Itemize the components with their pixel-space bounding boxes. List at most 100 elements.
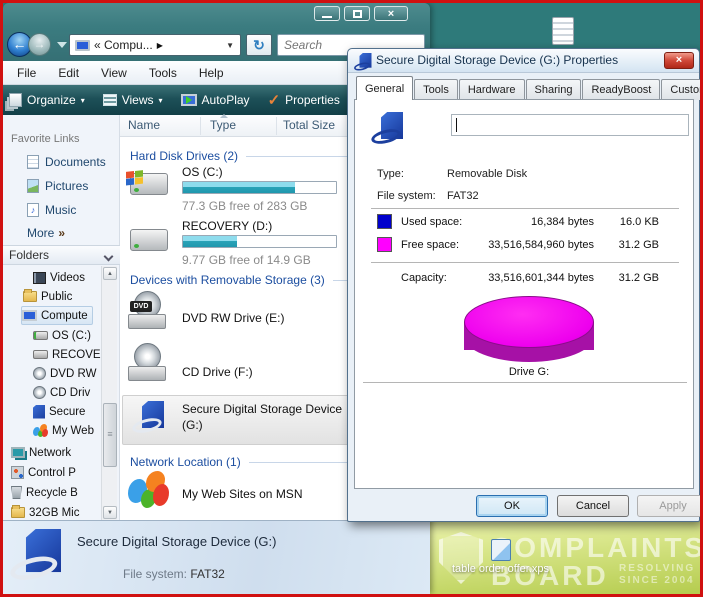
properties-label: Properties — [285, 93, 340, 107]
tree-scrollbar[interactable]: ▲ ≡ ▼ — [101, 266, 117, 520]
msn-butterfly-icon[interactable] — [128, 471, 172, 511]
used-space-label: Used space: — [401, 216, 462, 228]
scroll-down-icon[interactable]: ▼ — [103, 506, 117, 519]
tree-item-dvd-rw[interactable]: DVD RW — [33, 364, 96, 383]
tab-sharing[interactable]: Sharing — [526, 79, 582, 100]
drive-name[interactable]: RECOVERY (D:) — [182, 219, 272, 233]
desktop-document-icon[interactable] — [552, 17, 574, 45]
device-name[interactable]: DVD RW Drive (E:) — [182, 311, 284, 325]
cancel-button[interactable]: Cancel — [557, 495, 629, 517]
tab-tools[interactable]: Tools — [414, 79, 458, 100]
tree-item-recycle-bin[interactable]: Recycle B — [11, 483, 78, 502]
device-name[interactable]: CD Drive (F:) — [182, 365, 253, 379]
autoplay-button[interactable]: AutoPlay — [181, 93, 250, 107]
hard-drive-icon — [33, 331, 48, 340]
type-value: Removable Disk — [447, 168, 527, 180]
tab-customize[interactable]: Customize — [661, 79, 703, 100]
double-chevron-icon: » — [58, 226, 65, 240]
breadcrumb-arrow-icon[interactable]: ▶ — [157, 41, 163, 50]
minimize-button[interactable] — [314, 6, 340, 21]
recovery-drive-icon[interactable] — [130, 229, 168, 251]
sidebar-item-documents[interactable]: Documents — [27, 155, 106, 169]
apply-button[interactable]: Apply — [637, 495, 703, 517]
maximize-icon — [353, 10, 362, 18]
menu-view[interactable]: View — [101, 66, 127, 80]
close-button[interactable]: × — [374, 6, 408, 21]
folders-band[interactable]: Folders — [3, 245, 120, 265]
volume-label-input[interactable] — [451, 114, 689, 136]
cd-drive-icon[interactable] — [128, 343, 168, 383]
file-system-label: File system: — [377, 190, 436, 202]
refresh-button[interactable]: ↻ — [246, 34, 272, 56]
properties-button[interactable]: ✓ Properties — [268, 91, 340, 109]
dialog-title-bar[interactable]: Secure Digital Storage Device (G:) Prope… — [348, 49, 699, 73]
menu-file[interactable]: File — [17, 66, 36, 80]
used-space-swatch — [377, 214, 392, 229]
address-dropdown-icon[interactable]: ▼ — [226, 41, 234, 50]
pictures-label: Pictures — [45, 179, 88, 193]
column-name[interactable]: Name — [128, 118, 160, 132]
scrollbar-thumb[interactable]: ≡ — [103, 403, 117, 467]
dialog-close-button[interactable]: × — [664, 52, 694, 69]
desktop-xps-file[interactable]: table order offer.xps — [443, 539, 558, 575]
views-label: Views — [122, 93, 154, 107]
forward-button[interactable]: → — [28, 33, 51, 56]
maximize-button[interactable] — [344, 6, 370, 21]
menu-tools[interactable]: Tools — [149, 66, 177, 80]
dialog-title: Secure Digital Storage Device (G:) Prope… — [376, 53, 618, 67]
used-space-bytes: 16,384 bytes — [455, 216, 594, 228]
menu-edit[interactable]: Edit — [58, 66, 79, 80]
tree-item-videos[interactable]: Videos — [33, 268, 85, 287]
autoplay-label: AutoPlay — [202, 93, 250, 107]
tab-hardware[interactable]: Hardware — [459, 79, 525, 100]
tab-general[interactable]: General — [356, 76, 413, 100]
chevron-down-icon — [104, 252, 114, 262]
tree-item-control-panel[interactable]: Control P — [11, 463, 76, 482]
divider — [363, 382, 687, 383]
tree-item-network[interactable]: Network — [11, 443, 71, 462]
free-space-bytes: 33,516,584,960 bytes — [455, 239, 594, 251]
watermark-subtext: SINCE 2004 — [619, 576, 695, 586]
pictures-icon — [27, 179, 39, 193]
tree-item-recovery[interactable]: RECOVE — [33, 345, 101, 364]
organize-button[interactable]: Organize ▾ — [9, 93, 85, 107]
sidebar-item-music[interactable]: ♪ Music — [27, 203, 76, 217]
checkmark-icon: ✓ — [268, 91, 281, 109]
recent-pages-chevron-icon[interactable] — [57, 42, 67, 48]
music-icon: ♪ — [27, 203, 39, 217]
tree-item-public[interactable]: Public — [23, 287, 72, 306]
device-name-line2[interactable]: (G:) — [182, 418, 203, 432]
device-name-line1[interactable]: Secure Digital Storage Device — [182, 402, 342, 416]
capacity-label: Capacity: — [401, 272, 447, 284]
dvd-drive-icon — [33, 367, 46, 380]
sidebar-more-link[interactable]: More» — [27, 226, 65, 240]
free-space-pie-chart — [464, 296, 594, 364]
tree-item-secure-digital[interactable]: Secure — [33, 402, 85, 421]
used-space-size: 16.0 KB — [599, 216, 659, 228]
menu-help[interactable]: Help — [199, 66, 224, 80]
pie-chart-label: Drive G: — [464, 366, 594, 378]
views-button[interactable]: Views ▾ — [103, 93, 163, 107]
details-title: Secure Digital Storage Device (G:) — [77, 534, 276, 549]
xps-file-label: table order offer.xps — [443, 563, 558, 575]
ok-button[interactable]: OK — [476, 495, 548, 517]
divider — [371, 208, 679, 209]
tree-item-computer[interactable]: Compute — [21, 306, 93, 325]
folder-tree: Videos Public Compute OS (C:) RECOVE DVD… — [3, 266, 101, 520]
tree-item-cd-drive[interactable]: CD Driv — [33, 383, 90, 402]
tree-item-os-c[interactable]: OS (C:) — [33, 326, 91, 345]
drive-name[interactable]: OS (C:) — [182, 165, 223, 179]
divider — [371, 262, 679, 263]
window-controls: × — [314, 6, 408, 21]
control-panel-icon — [11, 466, 24, 479]
hard-drive-icon — [33, 350, 48, 359]
column-type[interactable]: Type — [210, 118, 236, 132]
scroll-up-icon[interactable]: ▲ — [103, 267, 117, 280]
dvd-drive-icon[interactable]: DVD — [128, 291, 168, 331]
network-item-name[interactable]: My Web Sites on MSN — [182, 487, 302, 501]
address-bar[interactable]: « Compu... ▶ ▼ — [69, 34, 241, 56]
tree-item-my-web[interactable]: My Web — [33, 421, 94, 440]
tab-readyboost[interactable]: ReadyBoost — [582, 79, 660, 100]
column-total-size[interactable]: Total Size — [283, 118, 335, 132]
sidebar-item-pictures[interactable]: Pictures — [27, 179, 88, 193]
